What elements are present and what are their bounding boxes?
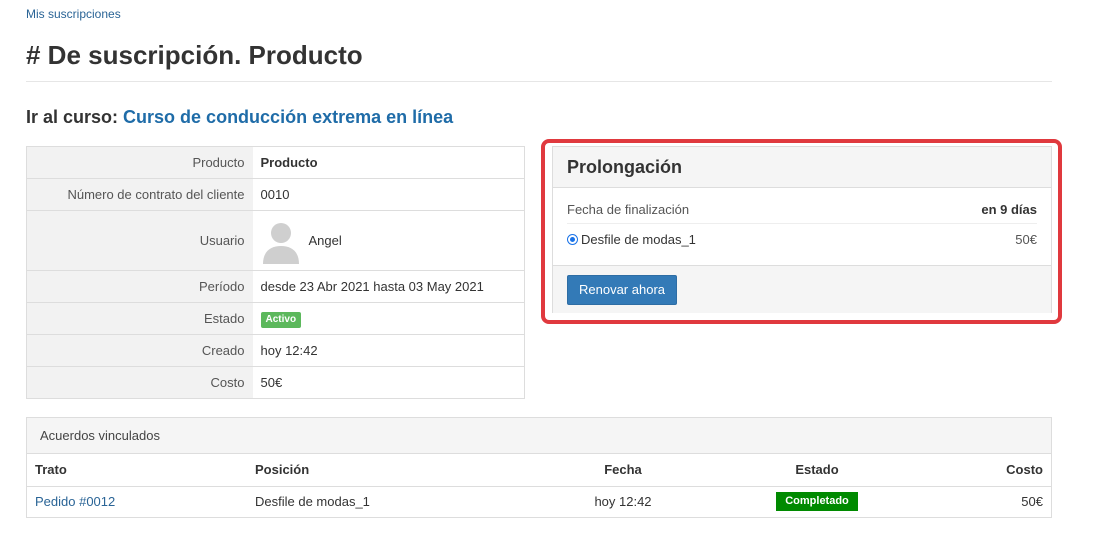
cost-cell: 50€ <box>1021 494 1043 510</box>
renewal-option[interactable]: Desfile de modas_1 <box>567 232 696 247</box>
detail-label: Usuario <box>26 210 253 271</box>
status-cell: Completado <box>739 486 895 517</box>
detail-row-period: Período desde 23 Abr 2021 hasta 03 May 2… <box>26 270 525 303</box>
detail-label: Creado <box>26 334 253 367</box>
detail-label: Número de contrato del cliente <box>26 178 253 211</box>
course-prefix: Ir al curso: <box>26 107 119 127</box>
subscription-details-table: Producto Producto Número de contrato del… <box>26 146 525 399</box>
detail-value-status: Activo <box>252 302 525 335</box>
detail-value: 50€ <box>252 366 525 399</box>
prolongation-title: Prolongación <box>553 147 1051 188</box>
column-header-trato: Trato <box>27 454 247 487</box>
detail-label: Producto <box>26 146 253 179</box>
radio-selected[interactable] <box>567 233 578 245</box>
status-badge: Activo <box>260 311 302 328</box>
detail-row-product: Producto Producto <box>26 146 525 179</box>
detail-value: 0010 <box>252 178 525 211</box>
user-name: Angel <box>308 233 342 248</box>
breadcrumb-link[interactable]: Mis suscripciones <box>26 7 121 21</box>
agreements-table: Trato Posición Fecha Estado Costo Pedido… <box>27 454 1051 517</box>
end-date-value: en 9 días <box>981 202 1037 217</box>
renew-now-button[interactable]: Renovar ahora <box>567 275 677 305</box>
detail-label: Período <box>26 270 253 303</box>
renewal-option-row[interactable]: Desfile de modas_1 50€ <box>567 224 1037 254</box>
table-row: Pedido #0012 Desfile de modas_1 hoy 12:4… <box>27 486 1051 517</box>
detail-value-user: Angel <box>252 210 525 271</box>
detail-row-user: Usuario Angel <box>26 210 525 271</box>
order-cell: Pedido #0012 <box>27 486 247 517</box>
renewal-option-label: Desfile de modas_1 <box>581 231 696 247</box>
renewal-option-price: 50€ <box>1015 231 1037 247</box>
agreements-title: Acuerdos vinculados <box>27 418 1051 454</box>
avatar-icon <box>261 218 301 264</box>
order-link[interactable]: Pedido #0012 <box>35 494 115 509</box>
page-title: # De suscripción. Producto <box>26 40 363 70</box>
end-date-row: Fecha de finalización en 9 días <box>567 188 1037 224</box>
agreements-header-row: Trato Posición Fecha Estado Costo <box>27 454 1051 487</box>
detail-row-status: Estado Activo <box>26 302 525 335</box>
detail-label: Costo <box>26 366 253 399</box>
column-header-posicion: Posición <box>247 454 507 487</box>
detail-row-created: Creado hoy 12:42 <box>26 334 525 367</box>
detail-row-contract: Número de contrato del cliente 0010 <box>26 178 525 211</box>
column-header-fecha: Fecha <box>507 454 739 487</box>
column-header-estado: Estado <box>739 454 895 487</box>
column-header-costo: Costo <box>895 454 1051 487</box>
linked-agreements-panel: Acuerdos vinculados Trato Posición Fecha… <box>26 417 1052 518</box>
date-cell: hoy 12:42 <box>594 494 652 510</box>
detail-value: desde 23 Abr 2021 hasta 03 May 2021 <box>252 270 525 303</box>
course-line: Ir al curso: Curso de conducción extrema… <box>26 107 453 128</box>
prolongation-panel: Prolongación Fecha de finalización en 9 … <box>552 146 1052 313</box>
detail-value: Producto <box>260 155 318 170</box>
detail-row-cost: Costo 50€ <box>26 366 525 399</box>
prolongation-footer: Renovar ahora <box>553 265 1051 313</box>
detail-label: Estado <box>26 302 253 335</box>
detail-value: hoy 12:42 <box>252 334 525 367</box>
end-date-label: Fecha de finalización <box>567 202 690 217</box>
status-badge: Completado <box>776 492 858 512</box>
course-link[interactable]: Curso de conducción extrema en línea <box>123 107 453 127</box>
position-cell: Desfile de modas_1 <box>255 494 370 510</box>
title-divider <box>26 81 1052 82</box>
